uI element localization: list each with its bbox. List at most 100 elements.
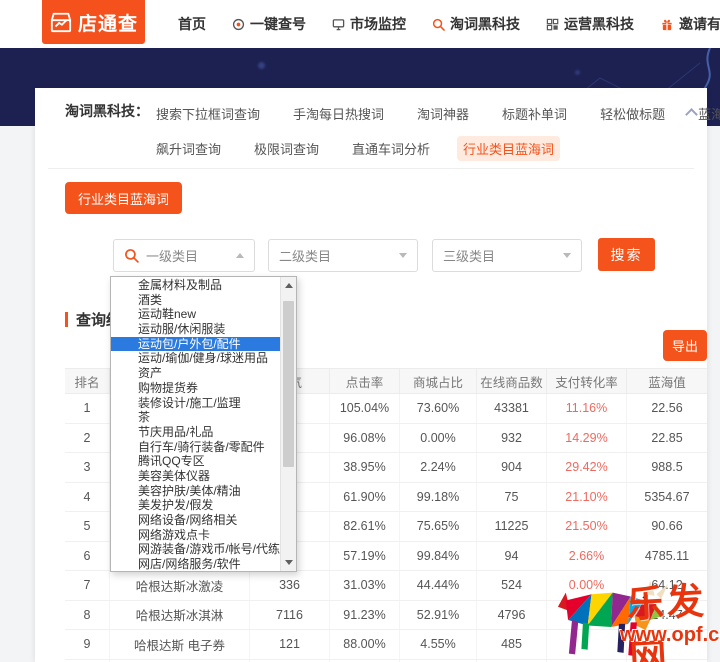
table-cell: 11.16% <box>547 394 627 423</box>
table-cell: 485 <box>477 630 547 659</box>
table-cell: 4.55% <box>400 630 477 659</box>
table-cell <box>627 630 707 659</box>
monitor-icon <box>332 18 345 31</box>
table-cell: 7116 <box>250 601 330 630</box>
table-cell: 7 <box>65 571 110 600</box>
nav-item-label: 运营黑科技 <box>564 14 634 34</box>
table-cell: 88.00% <box>330 630 400 659</box>
dropdown-option-selected[interactable]: 运动包/户外包/配件 <box>111 337 280 352</box>
header-cell: 点击率 <box>330 369 400 393</box>
dropdown-option[interactable]: 网店/网络服务/软件 <box>111 557 280 570</box>
table-cell: 21.50% <box>547 512 627 541</box>
title-accent-bar <box>65 312 68 327</box>
dropdown-scrollbar[interactable] <box>280 277 296 571</box>
nav-item-label: 一键查号 <box>250 14 306 34</box>
table-cell: 336 <box>250 571 330 600</box>
dropdown-option[interactable]: 酒类 <box>111 293 280 308</box>
subnav-link[interactable]: 搜索下拉框词查询 <box>150 101 266 126</box>
dropdown-option[interactable]: 运动鞋new <box>111 307 280 322</box>
table-cell: 2 <box>65 424 110 453</box>
level3-category-select[interactable]: 三级类目 <box>432 239 582 272</box>
dropdown-option[interactable]: 网游装备/游戏币/帐号/代练 <box>111 542 280 557</box>
level1-category-select[interactable]: 一级类目 <box>113 239 255 272</box>
subnav-link[interactable]: 直通车词分析 <box>346 136 436 161</box>
subnav-link-active[interactable]: 行业类目蓝海词 <box>457 136 560 161</box>
nav-item-label: 邀请有礼 <box>679 14 720 34</box>
search-button[interactable]: 搜索 <box>598 238 655 271</box>
level3-select-value: 三级类目 <box>443 246 556 265</box>
subnav-link[interactable]: 轻松做标题 <box>594 101 671 126</box>
table-cell: 8 <box>65 601 110 630</box>
page: 店通查 首页 一键查号 市场监控 淘词黑科技 运营黑科技 邀请有礼 淘词黑科技： 搜索下拉… <box>0 0 720 662</box>
scroll-up-icon[interactable] <box>285 283 293 288</box>
subnav-link[interactable]: 飙升词查询 <box>150 136 227 161</box>
table-cell: 82.61% <box>330 512 400 541</box>
dropdown-option[interactable]: 装修设计/施工/监理 <box>111 396 280 411</box>
grid-icon <box>546 18 559 31</box>
storefront-icon <box>49 11 73 33</box>
table-cell: 99.18% <box>400 483 477 512</box>
dropdown-option[interactable]: 节庆用品/礼品 <box>111 425 280 440</box>
table-cell: 22.56 <box>627 394 707 423</box>
nav-item-home[interactable]: 首页 <box>178 14 206 34</box>
table-cell: 4785.11 <box>627 542 707 571</box>
subnav-link[interactable]: 极限词查询 <box>248 136 325 161</box>
dropdown-option[interactable]: 购物提货券 <box>111 381 280 396</box>
dropdown-option[interactable]: 美容美体仪器 <box>111 469 280 484</box>
table-cell: 932 <box>477 424 547 453</box>
dropdown-option[interactable]: 茶 <box>111 410 280 425</box>
dropdown-option[interactable]: 自行车/骑行装备/零配件 <box>111 440 280 455</box>
scrollbar-thumb[interactable] <box>283 301 294 467</box>
table-row: 7哈根达斯冰激凌33631.03%44.44%5240.00%64.12 <box>65 571 707 601</box>
subnav-link[interactable]: 标题补单词 <box>496 101 573 126</box>
nav-item-one-key-check[interactable]: 一键查号 <box>232 14 306 34</box>
table-cell: 61.90% <box>330 483 400 512</box>
table-cell: 1 <box>65 394 110 423</box>
header-cell: 排名 <box>65 369 110 393</box>
industry-category-blueword-button[interactable]: 行业类目蓝海词 <box>65 182 182 214</box>
topnav-items: 首页 一键查号 市场监控 淘词黑科技 运营黑科技 邀请有礼 <box>178 0 720 48</box>
table-cell: 94 <box>477 542 547 571</box>
app-logo[interactable]: 店通查 <box>42 0 145 44</box>
nav-item-operation-tech[interactable]: 运营黑科技 <box>546 14 634 34</box>
table-cell <box>547 630 627 659</box>
caret-down-icon <box>563 253 571 258</box>
level2-category-select[interactable]: 二级类目 <box>268 239 418 272</box>
magnifier-icon <box>432 18 445 31</box>
dropdown-option[interactable]: 运动服/休闲服装 <box>111 322 280 337</box>
nav-item-taoword-tech[interactable]: 淘词黑科技 <box>432 14 520 34</box>
table-cell: 4 <box>65 483 110 512</box>
subnav-section-label: 淘词黑科技： <box>65 101 149 121</box>
nav-item-market-monitor[interactable]: 市场监控 <box>332 14 406 34</box>
subnav-link[interactable]: 淘词神器 <box>411 101 475 126</box>
header-cell: 在线商品数 <box>477 369 547 393</box>
dropdown-option[interactable]: 美发护发/假发 <box>111 498 280 513</box>
table-cell: 904 <box>477 453 547 482</box>
table-cell: 哈根达斯 电子券 <box>110 630 250 659</box>
dropdown-option[interactable]: 美容护肤/美体/精油 <box>111 484 280 499</box>
nav-item-invite-gift[interactable]: 邀请有礼 <box>660 14 720 34</box>
search-icon <box>124 248 139 263</box>
dropdown-option[interactable]: 资产 <box>111 366 280 381</box>
dropdown-option[interactable]: 腾讯QQ专区 <box>111 454 280 469</box>
table-cell: 52.91% <box>400 601 477 630</box>
table-cell: 4796 <box>477 601 547 630</box>
table-cell: 0.00% <box>400 424 477 453</box>
table-cell: 91.23% <box>330 601 400 630</box>
subnav-link[interactable]: 手淘每日热搜词 <box>287 101 390 126</box>
table-cell: 57.19% <box>330 542 400 571</box>
table-cell: 9 <box>65 630 110 659</box>
dropdown-option[interactable]: 运动/瑜伽/健身/球迷用品 <box>111 351 280 366</box>
level1-select-value: 一级类目 <box>146 246 229 265</box>
dropdown-option[interactable]: 网络游戏点卡 <box>111 528 280 543</box>
dropdown-option[interactable]: 网络设备/网络相关 <box>111 513 280 528</box>
header-cell: 蓝海值 <box>627 369 707 393</box>
table-cell: 3 <box>65 453 110 482</box>
table-cell: 75 <box>477 483 547 512</box>
scroll-down-icon[interactable] <box>285 560 293 565</box>
badge-icon <box>232 18 245 31</box>
table-cell: 14.29% <box>547 424 627 453</box>
dropdown-option[interactable]: 金属材料及制品 <box>111 278 280 293</box>
export-button[interactable]: 导出 <box>663 330 707 361</box>
header-cell: 商城占比 <box>400 369 477 393</box>
